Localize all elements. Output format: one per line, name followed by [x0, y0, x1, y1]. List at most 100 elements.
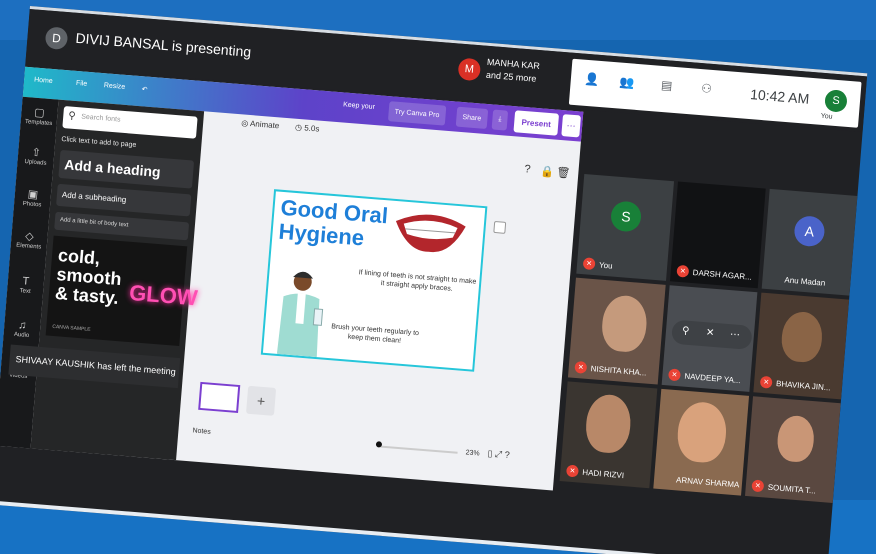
participant-name: NISHITA KHA... [590, 364, 647, 378]
search-placeholder: Search fonts [80, 113, 121, 124]
participant-avatar: S [609, 200, 643, 233]
smile-teeth-image [395, 214, 466, 253]
mic-off-icon: ✕ [668, 368, 681, 382]
add-body-option[interactable]: Add a little bit of body text [54, 211, 190, 241]
animate-icon: ◎ [240, 118, 249, 128]
more-options-icon[interactable]: ⋯ [729, 329, 740, 341]
comment-icon[interactable] [493, 220, 507, 234]
participant-tile[interactable]: ✕ BHAVIKA JIN... [753, 292, 850, 400]
activities-icon[interactable]: ⚇ [695, 81, 718, 101]
photos-icon: ▣ [27, 188, 39, 202]
mic-off-icon: ✕ [574, 360, 588, 374]
zoom-level[interactable]: 23% [465, 449, 480, 457]
participant-name: You [598, 260, 613, 271]
uploads-icon: ⇧ [31, 146, 42, 160]
participant-name: Anu Madan [784, 275, 826, 288]
page-thumbnail[interactable] [198, 381, 241, 413]
promo-tiny: CANVA SAMPLE [52, 323, 91, 333]
slide-canvas[interactable]: Good Oral Hygiene If lining of teeth is … [260, 189, 488, 372]
meet-screen: D DIVIJ BANSAL is presenting M MANHA KAR… [0, 6, 868, 554]
participant-tile[interactable]: ✕ SOUMITA T... [745, 396, 841, 503]
participant-tile[interactable]: ✕ HADI RIZVI [559, 381, 658, 489]
mic-off-icon: ✕ [565, 464, 579, 478]
mute-icon[interactable]: ✕ [706, 327, 715, 339]
participant-tile[interactable]: ✕ NISHITA KHA... [567, 277, 666, 385]
file-menu[interactable]: File [76, 80, 88, 88]
notes-button[interactable]: Notes [192, 427, 211, 435]
slide-brush-text: Brush your teeth regularly to keep them … [331, 323, 420, 345]
timer-icon: ◷ [294, 122, 303, 133]
rail-elements[interactable]: ◇ Elements [11, 228, 48, 251]
participant-tile[interactable]: A Anu Madan [761, 188, 858, 296]
participant-video [780, 310, 824, 364]
animate-button[interactable]: ◎ Animate [241, 118, 280, 130]
participant-tile[interactable]: ARNAV SHARMA [653, 388, 750, 496]
font-combo-sample[interactable]: cold, smooth & tasty. GLOW CANVA SAMPLE [45, 235, 199, 347]
participant-tile[interactable]: ✕ DARSH AGAR... [669, 181, 766, 289]
clock: 10:42 AM [749, 86, 810, 107]
self-label: You [820, 112, 833, 121]
slide-braces-text: If lining of teeth is not straight to ma… [358, 269, 477, 293]
participant-name: HADI RIZVI [582, 467, 625, 481]
mic-off-icon: ✕ [582, 257, 596, 271]
rail-templates[interactable]: ▢ Templates [20, 105, 57, 128]
download-icon[interactable]: ⤓ [491, 109, 509, 131]
lock-icon[interactable]: 🔒 [540, 164, 555, 178]
participant-name: SOUMITA T... [767, 482, 817, 496]
participant-video [600, 294, 649, 354]
mic-off-icon: ✕ [759, 375, 773, 389]
search-icon: ⚲ [67, 110, 77, 122]
present-button[interactable]: Present [513, 110, 560, 136]
rail-text[interactable]: T Text [7, 274, 44, 296]
page-view-icons[interactable]: ▯ ⤢ ? [487, 448, 510, 461]
duration-button[interactable]: ◷ 5.0s [295, 123, 320, 134]
notice-name: MANHA KAR [486, 56, 541, 72]
add-page-button[interactable]: + [246, 385, 277, 416]
zoom-slider[interactable] [377, 445, 458, 454]
meet-toolbar: 👤 👥 ▤ ⚇ 10:42 AM S You [568, 58, 862, 128]
presenter-avatar: D [44, 26, 69, 51]
more-icon[interactable]: ⋯ [561, 114, 581, 138]
resize-menu[interactable]: Resize [104, 82, 126, 91]
participant-name: DARSH AGAR... [692, 268, 753, 282]
promo-words: cold, smooth & tasty. [54, 245, 123, 309]
font-search-input[interactable]: ⚲ Search fonts [62, 106, 198, 139]
participant-name: BHAVIKA JIN... [775, 379, 831, 393]
self-avatar[interactable]: S [824, 89, 848, 113]
undo-icon[interactable]: ↶ [141, 85, 147, 93]
participant-tile[interactable]: ⚲ ✕ ⋯ ✕ NAVDEEP YA... [661, 285, 758, 392]
participant-video [775, 414, 816, 464]
participant-video [584, 393, 633, 455]
notice-avatar: M [457, 57, 482, 82]
participant-tile[interactable]: S ✕ You [576, 173, 675, 281]
participant-avatar: A [793, 215, 826, 248]
rail-photos[interactable]: ▣ Photos [14, 186, 51, 209]
presenting-label: DIVIJ BANSAL is presenting [74, 29, 252, 60]
notice-more: and 25 more [485, 69, 537, 84]
try-pro-button[interactable]: Try Canva Pro [387, 101, 447, 126]
canva-shared-screen: Home File Resize ↶ Keep your Try Canva P… [0, 66, 584, 491]
participant-name: NAVDEEP YA... [684, 371, 741, 386]
rail-audio[interactable]: ♫ Audio [3, 318, 40, 340]
add-heading-option[interactable]: Add a heading [58, 149, 195, 189]
rail-uploads[interactable]: ⇧ Uploads [17, 145, 54, 168]
audio-icon: ♫ [17, 319, 27, 332]
dentist-illustration [276, 271, 324, 358]
people-icon[interactable]: 👤 [580, 71, 603, 91]
chat-icon[interactable]: ▤ [655, 77, 678, 97]
trash-icon[interactable]: 🗑 [556, 166, 571, 180]
add-subheading-option[interactable]: Add a subheading [56, 183, 192, 217]
mic-off-icon: ✕ [751, 479, 765, 493]
home-link[interactable]: Home [34, 77, 53, 85]
participants-icon[interactable]: 👥 [615, 74, 638, 94]
tile-controls: ⚲ ✕ ⋯ [670, 319, 753, 350]
share-button[interactable]: Share [455, 106, 488, 129]
header-text: Keep your [342, 101, 376, 111]
participant-video [675, 400, 729, 465]
slide-title: Good Oral Hygiene [277, 194, 389, 251]
pin-icon[interactable]: ⚲ [682, 325, 690, 337]
text-icon: T [22, 275, 30, 288]
help-icon[interactable]: ? [524, 163, 531, 175]
participant-name: ARNAV SHARMA [675, 475, 740, 490]
text-panel: ⚲ Search fonts Click text to add to page… [30, 99, 205, 461]
